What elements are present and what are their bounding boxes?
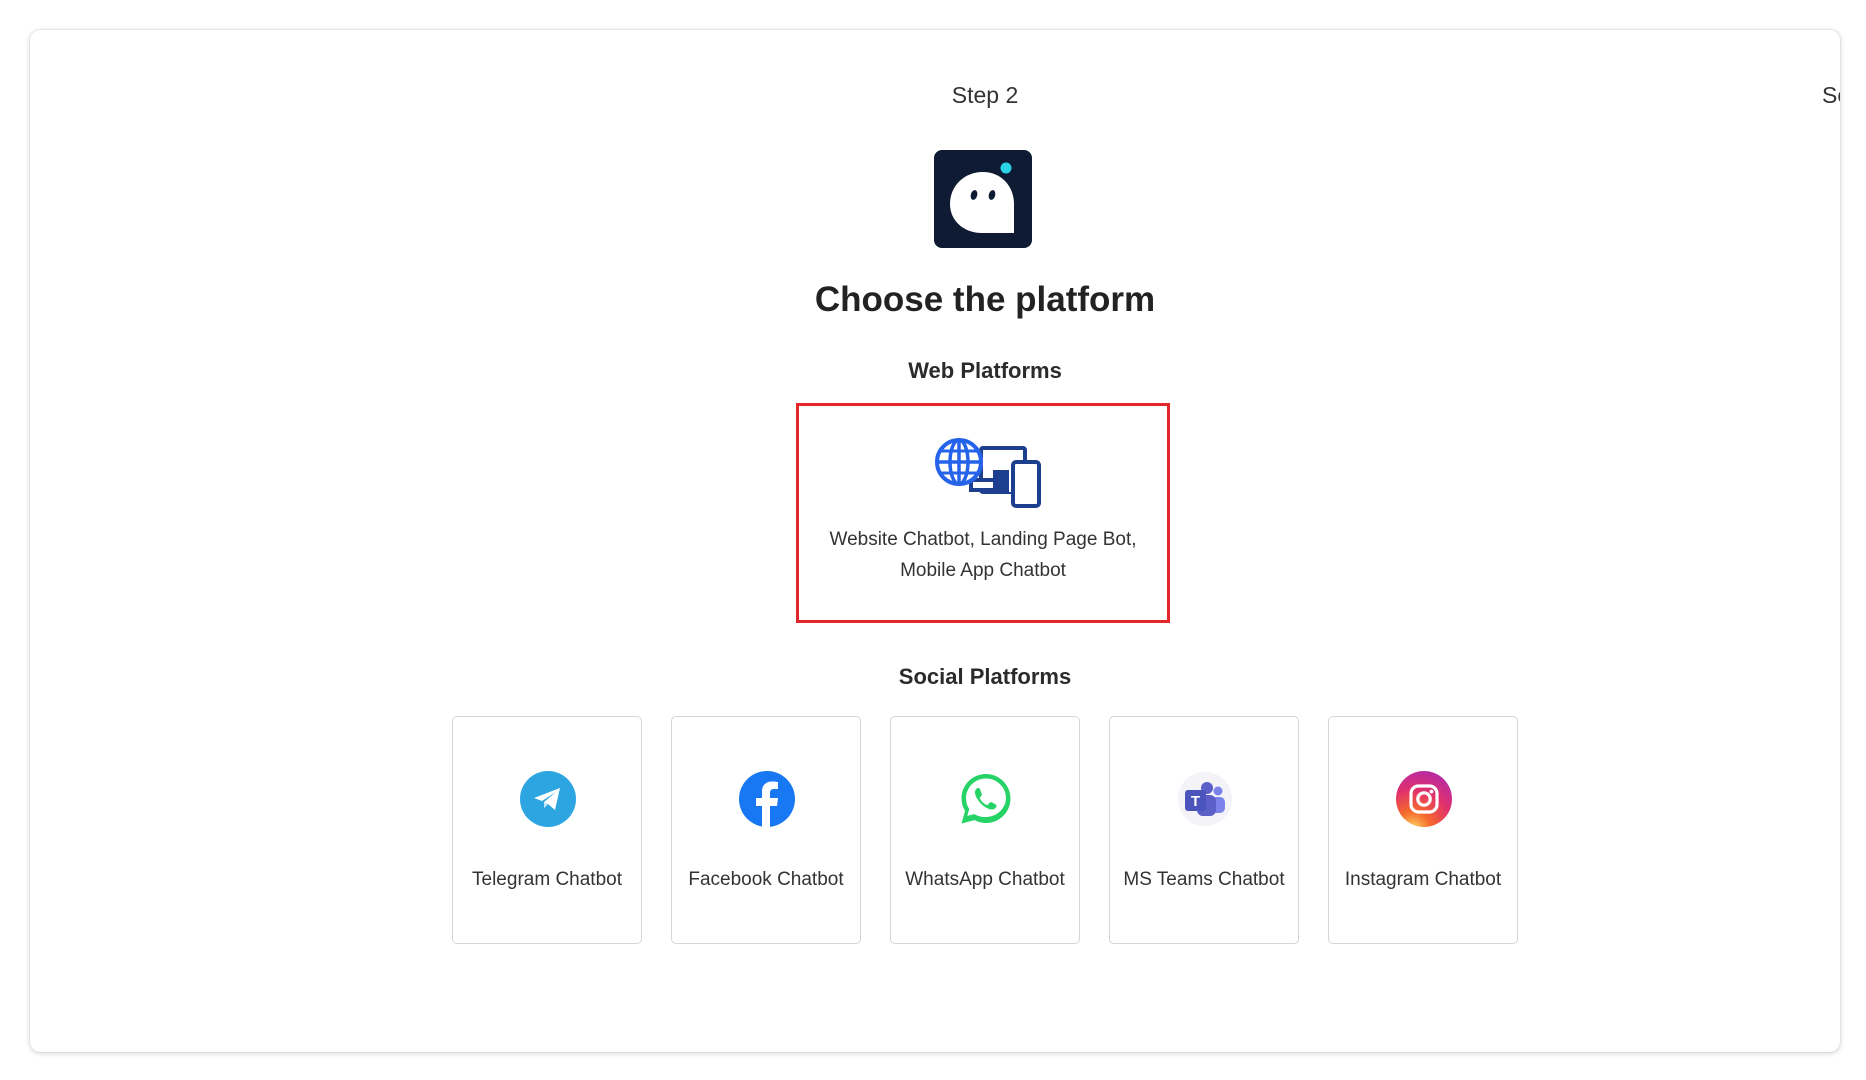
web-platforms-heading: Web Platforms <box>908 358 1062 383</box>
app-logo <box>934 150 1032 248</box>
instagram-icon <box>1396 771 1452 827</box>
web-platform-label-line1: Website Chatbot, Landing Page Bot, <box>829 529 1137 550</box>
wizard-panel: Step 2 Se Choose the platform Web Platfo… <box>30 30 1840 1052</box>
globe-devices-icon <box>933 434 1053 514</box>
ms-teams-icon: T <box>1178 772 1232 826</box>
svg-text:T: T <box>1191 793 1200 810</box>
facebook-card[interactable]: Facebook Chatbot <box>671 716 861 944</box>
page-title: Choose the platform <box>814 280 1156 319</box>
telegram-icon <box>520 771 576 827</box>
web-platform-label-line2: Mobile App Chatbot <box>900 560 1066 581</box>
whatsapp-card[interactable]: WhatsApp Chatbot <box>890 716 1080 944</box>
web-platform-label: Website Chatbot, Landing Page Bot, Mobil… <box>799 524 1167 586</box>
social-platforms-heading: Social Platforms <box>898 664 1072 689</box>
instagram-label: Instagram Chatbot <box>1344 869 1502 890</box>
facebook-label: Facebook Chatbot <box>688 869 844 890</box>
telegram-card[interactable]: Telegram Chatbot <box>452 716 642 944</box>
whatsapp-icon <box>961 774 1011 824</box>
chatbot-face-icon <box>950 161 1014 233</box>
ms-teams-card[interactable]: T MS Teams Chatbot <box>1109 716 1299 944</box>
telegram-label: Telegram Chatbot <box>472 869 622 890</box>
step-label: Step 2 <box>951 82 1019 108</box>
instagram-card[interactable]: Instagram Chatbot <box>1328 716 1518 944</box>
next-step-label[interactable]: Se <box>1822 82 1840 109</box>
ms-teams-label: MS Teams Chatbot <box>1123 869 1285 890</box>
whatsapp-label: WhatsApp Chatbot <box>905 869 1065 890</box>
web-platform-card[interactable]: Website Chatbot, Landing Page Bot, Mobil… <box>796 403 1170 623</box>
facebook-icon <box>739 771 795 827</box>
